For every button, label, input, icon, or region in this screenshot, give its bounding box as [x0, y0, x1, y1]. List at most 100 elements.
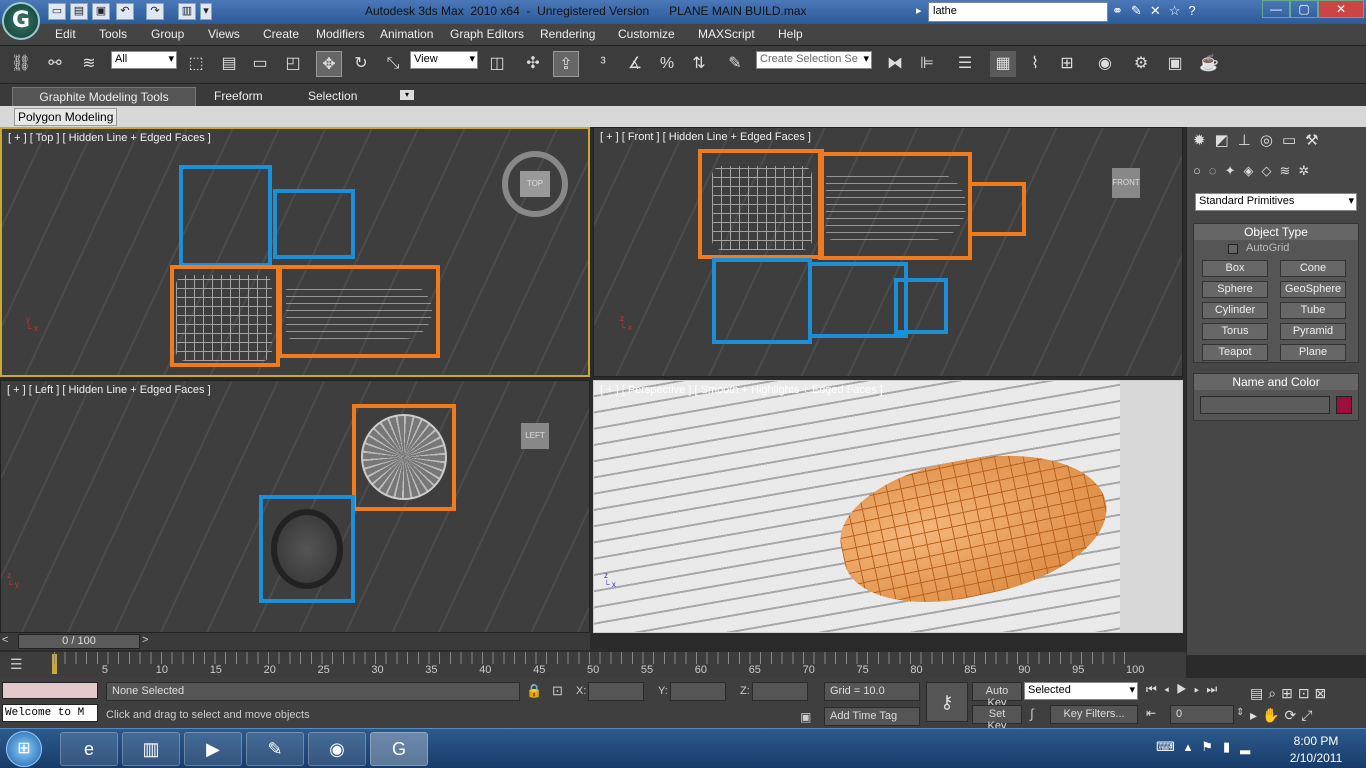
box-button[interactable]: Box	[1202, 260, 1268, 277]
cylinder-button[interactable]: Cylinder	[1202, 302, 1268, 319]
add-time-tag[interactable]: Add Time Tag	[824, 707, 920, 726]
select-move-icon[interactable]: ✥	[316, 51, 342, 77]
field-of-view-icon[interactable]: ▸	[1250, 707, 1262, 723]
viewport-top-label[interactable]: [ + ] [ Top ] [ Hidden Line + Edged Face…	[8, 132, 211, 144]
select-scale-icon[interactable]: ⤡	[380, 51, 406, 77]
teapot-button[interactable]: Teapot	[1202, 344, 1268, 361]
menu-animation[interactable]: Animation	[380, 27, 433, 41]
viewport-left-label[interactable]: [ + ] [ Left ] [ Hidden Line + Edged Fac…	[7, 384, 211, 396]
rendered-frame-window-icon[interactable]: ▣	[1162, 51, 1188, 77]
schematic-view-icon[interactable]: ⊞	[1054, 51, 1080, 77]
time-slider[interactable]: < 0 / 100 >	[0, 633, 590, 650]
battery-icon[interactable]: ▮	[1223, 739, 1240, 754]
helpers-icon[interactable]: ◇	[1262, 163, 1280, 178]
tab-graphite-modeling-tools[interactable]: Graphite Modeling Tools	[12, 87, 196, 106]
keyboard-shortcut-override-icon[interactable]: ⇪	[553, 51, 579, 77]
display-tab-icon[interactable]: ▭	[1282, 132, 1305, 149]
set-key-button[interactable]: Set Key	[972, 705, 1022, 732]
pan-icon[interactable]: ✋	[1262, 707, 1284, 723]
clock-time[interactable]: 8:00 PM	[1276, 734, 1356, 748]
frame-spinner-icon[interactable]: ⇕	[1236, 707, 1244, 718]
maxscript-listener-mini[interactable]	[2, 682, 98, 699]
orbit-icon[interactable]: ⟳	[1284, 707, 1301, 723]
angle-snap-icon[interactable]: ∡	[622, 51, 648, 77]
close-button[interactable]: ✕	[1318, 0, 1364, 18]
go-to-end-icon[interactable]: ⏭	[1206, 682, 1224, 696]
set-keys-key-icon[interactable]: ⚷	[926, 682, 968, 722]
minimize-button[interactable]: —	[1262, 0, 1290, 18]
time-tag-icon[interactable]: ▣	[800, 710, 811, 724]
menu-maxscript[interactable]: MAXScript	[698, 27, 755, 41]
time-config-icon[interactable]: ▤	[1250, 685, 1268, 701]
tab-freeform[interactable]: Freeform	[206, 87, 271, 106]
spacewarps-icon[interactable]: ≋	[1280, 163, 1299, 178]
network-icon[interactable]: ▂	[1240, 739, 1260, 754]
key-tangent-icon[interactable]: ∫	[1030, 706, 1034, 721]
render-setup-icon[interactable]: ⚙	[1128, 51, 1154, 77]
favorites-star-icon[interactable]: ☆	[1169, 3, 1189, 18]
current-frame-field[interactable]: 0	[1170, 705, 1234, 724]
new-file-icon[interactable]: ▭	[48, 3, 66, 20]
snaps-toggle-icon[interactable]: ³	[590, 51, 616, 77]
prev-frame-icon[interactable]: <	[2, 634, 16, 649]
utilities-tab-icon[interactable]: ⚒	[1305, 132, 1327, 149]
viewcube-front[interactable]: FRONT	[1112, 168, 1140, 198]
torus-button[interactable]: Torus	[1202, 323, 1268, 340]
material-editor-icon[interactable]: ◉	[1092, 51, 1118, 77]
3dsmax-task-icon[interactable]: G	[370, 732, 428, 766]
viewport-perspective-label[interactable]: [ + ] [ Perspective ] [ Smooth + Highlig…	[600, 384, 883, 396]
open-file-icon[interactable]: ▤	[70, 3, 88, 20]
menu-customize[interactable]: Customize	[618, 27, 675, 41]
pyramid-button[interactable]: Pyramid	[1280, 323, 1346, 340]
key-filters-button[interactable]: Key Filters...	[1050, 705, 1138, 724]
viewcube-top[interactable]: TOP	[520, 171, 550, 197]
tray-expand-icon[interactable]: ▴	[1185, 739, 1202, 754]
edit-named-selection-icon[interactable]: ✎	[722, 51, 748, 77]
cameras-icon[interactable]: ◈	[1244, 163, 1262, 178]
sphere-button[interactable]: Sphere	[1202, 281, 1268, 298]
object-name-input[interactable]	[1200, 396, 1330, 414]
polygon-modeling-panel[interactable]: Polygon Modeling	[14, 108, 118, 126]
named-selection-set-input[interactable]: Create Selection Se	[756, 51, 872, 69]
maximize-viewport-icon[interactable]: ⤢	[1301, 707, 1317, 723]
menu-views[interactable]: Views	[208, 27, 240, 41]
flag-icon[interactable]: ⚑	[1201, 739, 1223, 754]
autogrid-checkbox[interactable]	[1228, 244, 1238, 254]
unlink-icon[interactable]: ⚯	[42, 51, 68, 77]
spinner-snap-icon[interactable]: ⇅	[686, 51, 712, 77]
motion-tab-icon[interactable]: ◎	[1260, 132, 1282, 149]
primitive-category-dropdown[interactable]: Standard Primitives	[1195, 193, 1357, 211]
menu-help[interactable]: Help	[778, 27, 803, 41]
menu-create[interactable]: Create	[263, 27, 299, 41]
menu-graph-editors[interactable]: Graph Editors	[450, 27, 524, 41]
manipulate-icon[interactable]: ✣	[520, 51, 546, 77]
absolute-mode-icon[interactable]: ⊡	[552, 683, 563, 699]
viewport-top[interactable]: [ + ] [ Top ] [ Hidden Line + Edged Face…	[0, 127, 590, 377]
track-bar[interactable]: ☰ 5 10 15 20 25 30 35 40 45 50 55 60 65 70 75 80 85 90 95 1…	[0, 652, 1186, 678]
paint-icon[interactable]: ✎	[246, 732, 304, 766]
object-type-header[interactable]: Object Type	[1194, 224, 1358, 240]
menu-tools[interactable]: Tools	[99, 27, 127, 41]
search-arrow-icon[interactable]: ▸	[916, 4, 922, 17]
infocenter-search-input[interactable]: lathe	[928, 2, 1108, 22]
previous-frame-icon[interactable]: ◂	[1164, 682, 1176, 696]
tube-button[interactable]: Tube	[1280, 302, 1346, 319]
render-teapot-icon[interactable]: ☕	[1196, 51, 1222, 77]
window-crossing-icon[interactable]: ◰	[280, 51, 306, 77]
viewport-perspective[interactable]: [ + ] [ Perspective ] [ Smooth + Highlig…	[593, 380, 1183, 633]
rect-selection-icon[interactable]: ▭	[247, 51, 273, 77]
start-button-icon[interactable]: ⊞	[6, 731, 42, 767]
chrome-icon[interactable]: ◉	[308, 732, 366, 766]
internet-explorer-icon[interactable]: e	[60, 732, 118, 766]
communication-icon[interactable]: ✕	[1150, 3, 1169, 18]
select-object-icon[interactable]: ⬚	[183, 51, 209, 77]
geometry-icon[interactable]: ○	[1193, 163, 1209, 178]
menu-group[interactable]: Group	[151, 27, 184, 41]
geosphere-button[interactable]: GeoSphere	[1280, 281, 1346, 298]
menu-edit[interactable]: Edit	[55, 27, 76, 41]
file-explorer-icon[interactable]: ▥	[122, 732, 180, 766]
viewport-front[interactable]: [ + ] [ Front ] [ Hidden Line + Edged Fa…	[593, 127, 1183, 377]
zoom-all-icon[interactable]: ⊞	[1281, 685, 1298, 701]
align-icon[interactable]: ⊫	[914, 51, 940, 77]
selection-filter-dropdown[interactable]: All	[111, 51, 177, 69]
